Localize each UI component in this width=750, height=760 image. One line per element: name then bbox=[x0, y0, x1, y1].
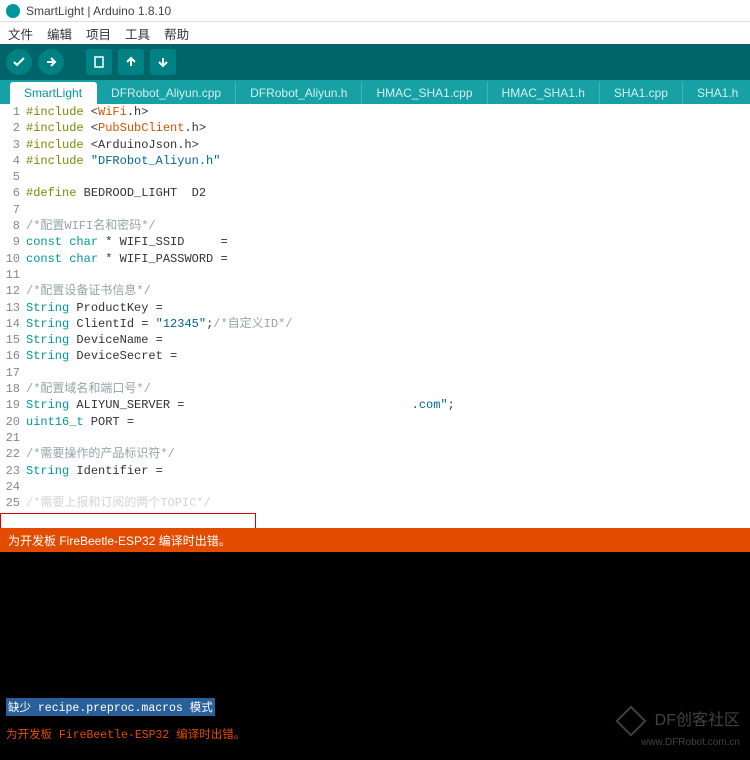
menu-file[interactable]: 文件 bbox=[8, 24, 33, 43]
title-bar: SmartLight | Arduino 1.8.10 bbox=[0, 0, 750, 22]
compile-status-bar: 为开发板 FireBeetle-ESP32 编译时出错。 bbox=[0, 528, 750, 552]
upload-button[interactable] bbox=[38, 49, 64, 75]
status-text: 为开发板 FireBeetle-ESP32 编译时出错。 bbox=[8, 534, 231, 548]
check-icon bbox=[12, 55, 26, 69]
menu-help[interactable]: 帮助 bbox=[164, 24, 189, 43]
tab-dfrobot-aliyun-h[interactable]: DFRobot_Aliyun.h bbox=[236, 82, 362, 104]
tab-sha1-h[interactable]: SHA1.h bbox=[683, 82, 750, 104]
menu-sketch[interactable]: 项目 bbox=[86, 24, 111, 43]
file-icon bbox=[92, 55, 106, 69]
arduino-logo-icon bbox=[6, 4, 20, 18]
code-editor[interactable]: 1#include <WiFi.h> 2#include <PubSubClie… bbox=[0, 104, 750, 528]
menu-edit[interactable]: 编辑 bbox=[47, 24, 72, 43]
verify-button[interactable] bbox=[6, 49, 32, 75]
tab-bar: SmartLight DFRobot_Aliyun.cpp DFRobot_Al… bbox=[0, 80, 750, 104]
console-warning-line: 缺少 recipe.preproc.macros 模式 bbox=[6, 698, 245, 716]
toolbar bbox=[0, 44, 750, 80]
watermark: DF创客社区 www.DFRobot.com.cn bbox=[620, 706, 740, 750]
menu-bar: 文件 编辑 项目 工具 帮助 bbox=[0, 22, 750, 44]
arrow-right-icon bbox=[44, 55, 58, 69]
new-sketch-button[interactable] bbox=[86, 49, 112, 75]
output-console[interactable]: 缺少 recipe.preproc.macros 模式 为开发板 FireBee… bbox=[0, 552, 750, 760]
window-title: SmartLight | Arduino 1.8.10 bbox=[26, 4, 171, 18]
save-sketch-button[interactable] bbox=[150, 49, 176, 75]
tab-hmac-sha1-cpp[interactable]: HMAC_SHA1.cpp bbox=[362, 82, 487, 104]
open-sketch-button[interactable] bbox=[118, 49, 144, 75]
menu-tools[interactable]: 工具 bbox=[125, 24, 150, 43]
tab-dfrobot-aliyun-cpp[interactable]: DFRobot_Aliyun.cpp bbox=[97, 82, 236, 104]
tab-smartlight[interactable]: SmartLight bbox=[10, 82, 97, 104]
error-highlight-box bbox=[0, 513, 256, 528]
dfrobot-logo-icon bbox=[616, 705, 647, 736]
console-error-line: 为开发板 FireBeetle-ESP32 编译时出错。 bbox=[6, 726, 245, 742]
tab-sha1-cpp[interactable]: SHA1.cpp bbox=[600, 82, 683, 104]
arrow-down-icon bbox=[156, 55, 170, 69]
arrow-up-icon bbox=[124, 55, 138, 69]
tab-hmac-sha1-h[interactable]: HMAC_SHA1.h bbox=[488, 82, 600, 104]
